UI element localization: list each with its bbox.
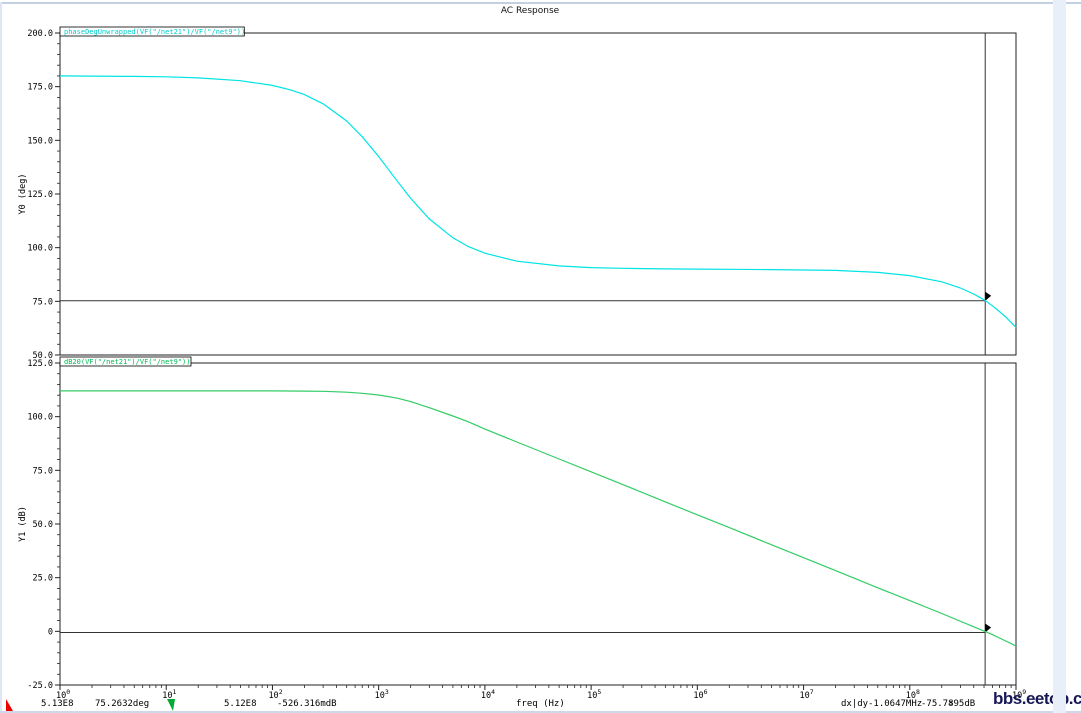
y-tick-label: 100.0 <box>27 413 53 423</box>
status-bar: 5.13E8 75.2632deg 5.12E8 -526.316mdB fre… <box>0 697 1081 713</box>
plot-frame <box>59 32 1017 356</box>
y-tick-label: 175.0 <box>27 83 53 93</box>
window-scrollbar-strip[interactable] <box>1066 0 1081 713</box>
y-tick-label: -25.0 <box>27 681 53 691</box>
y-tick-label: 125.0 <box>27 359 53 369</box>
marker-flag[interactable] <box>985 623 992 633</box>
x-axis-label: freq (Hz) <box>516 699 565 709</box>
plot-frame <box>59 362 1017 686</box>
y-tick-label: 75.0 <box>33 466 53 476</box>
y-tick-label: 75.0 <box>33 297 53 307</box>
marker1-freq: 5.13E8 <box>41 699 74 709</box>
magnitude-response-curve[interactable] <box>60 390 1017 647</box>
viva-graph-window: AC Response 200.0 175.0 150.0 125.0 100.0 75.… <box>0 0 1081 713</box>
y-tick-label: 50.0 <box>33 520 53 530</box>
y-tick-label: 200.0 <box>27 29 53 39</box>
phase-response-curve[interactable] <box>59 75 1017 328</box>
chart-canvas: 200.0 175.0 150.0 125.0 100.0 75.0 50.0 Y0 (deg… <box>18 26 1026 701</box>
marker2-flag-icon[interactable] <box>166 699 176 713</box>
delta-suffix: s <box>949 699 954 707</box>
marker1-value: 75.2632deg <box>95 699 150 709</box>
legend-label-magnitude-response: dB20(VF("/net21")/VF("/net9")) <box>64 358 190 366</box>
y-tick-label: 0 <box>48 627 53 637</box>
y-tick-label: 150.0 <box>27 136 53 146</box>
y-tick-label: 25.0 <box>33 574 53 584</box>
marker2-freq: 5.12E8 <box>224 699 257 709</box>
y-axis-title: Y0 (deg) <box>18 174 28 215</box>
marker1-flag-icon[interactable] <box>6 699 15 713</box>
marker2-value: -526.316mdB <box>277 699 337 709</box>
y-tick-label: 100.0 <box>27 244 53 254</box>
marker-flag[interactable] <box>985 291 992 301</box>
legend-label-phase-response: phaseDegUnwrapped(VF("/net21")/VF("/net9… <box>64 28 245 36</box>
delta-x-value: -1.0647MHz <box>868 699 923 709</box>
right-margin-band <box>1053 0 1066 713</box>
y-axis-title: Y1 (dB) <box>18 506 28 542</box>
delta-label: dx|dy <box>841 699 869 709</box>
y-tick-label: 125.0 <box>27 190 53 200</box>
